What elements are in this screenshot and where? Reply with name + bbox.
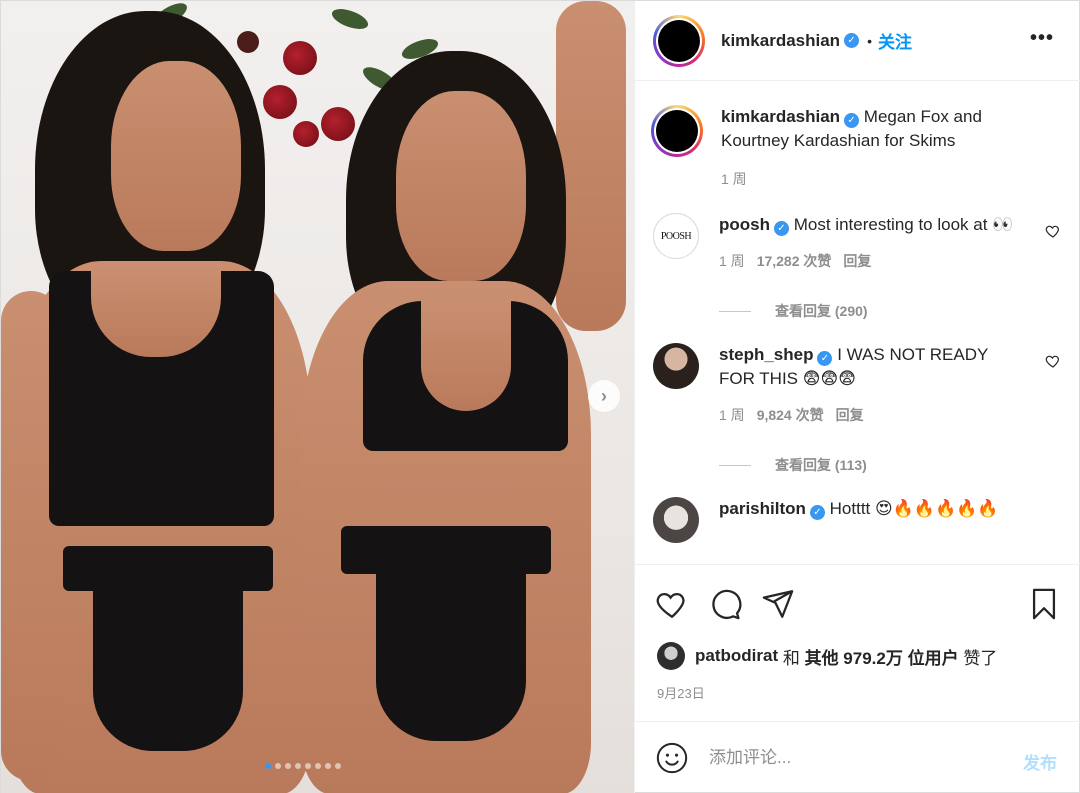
comment-bubble-icon[interactable] [708,587,742,621]
follow-button[interactable]: 关注 [878,28,912,53]
more-options-icon[interactable]: ••• [1030,27,1054,50]
commenter-username[interactable]: poosh [719,215,770,234]
comment-item: steph_shep ✓ I WAS NOT READY FOR THIS 😨😨😨… [653,343,1065,477]
likes-summary: patbodirat 和 其他 979.2万 位用户 赞了 [657,642,997,670]
comment-item: POOSH poosh ✓ Most interesting to look at… [653,213,1065,323]
comment-text: Hotttt 😍🔥🔥🔥🔥🔥 [829,499,999,518]
caption-avatar[interactable] [651,105,703,157]
likes-suffix: 赞了 [963,648,998,668]
carousel-dot [295,763,301,769]
carousel-dot [315,763,321,769]
comment-time[interactable]: 1 周 [719,253,745,269]
likes-connector: 和 [782,648,800,668]
view-replies-button[interactable]: 查看回复 (113) [719,453,1019,477]
caption-time[interactable]: 1 周 [721,167,1011,191]
carousel-dot [305,763,311,769]
verified-badge-icon: ✓ [844,113,860,128]
comments-list[interactable]: kimkardashian ✓ Megan Fox and Kourtney Ka… [635,82,1080,563]
comment-time[interactable]: 1 周 [719,407,745,423]
emoji-icon[interactable] [655,741,689,775]
next-slide-button[interactable]: › [588,380,620,412]
author-avatar[interactable] [653,14,705,67]
likes-count-link[interactable]: 其他 979.2万 位用户 [805,644,959,669]
commenter-username[interactable]: steph_shep [719,345,813,364]
carousel-dot [285,763,291,769]
caption: kimkardashian ✓ Megan Fox and Kourtney Ka… [651,105,1065,191]
verified-badge-icon: ✓ [817,351,833,366]
add-comment-bar: 发布 [635,721,1080,793]
caption-username[interactable]: kimkardashian [721,107,840,126]
author-username[interactable]: kimkardashian [721,31,840,51]
post-photo[interactable]: › [1,1,634,793]
verified-badge-icon: ✓ [774,221,789,236]
comment-input[interactable] [709,748,999,768]
reply-button[interactable]: 回复 [843,253,871,269]
post-date[interactable]: 9月23日 [657,683,705,702]
liker-avatar[interactable] [657,642,685,670]
commenter-avatar[interactable]: POOSH [653,213,699,259]
comment-text: Most interesting to look at 👀 [793,215,1014,234]
liker-username[interactable]: patbodirat [695,646,778,666]
save-bookmark-icon[interactable] [1027,587,1061,621]
post-dialog: › kimkardashian ✓ • 关注 ••• kimkardashian… [0,0,1080,793]
post-actions [635,564,1080,644]
separator-dot: • [867,32,872,49]
commenter-avatar[interactable] [653,497,699,543]
share-paper-plane-icon[interactable] [761,587,795,621]
view-replies-button[interactable]: 查看回复 (290) [719,299,1019,323]
comment-like-count[interactable]: 9,824 次赞 [757,407,824,423]
post-header: kimkardashian ✓ • 关注 ••• [635,1,1080,81]
like-comment-heart-icon[interactable] [1045,353,1061,369]
carousel-dot [265,763,271,769]
post-sidebar: kimkardashian ✓ • 关注 ••• kimkardashian ✓ … [634,1,1080,793]
post-comment-button[interactable]: 发布 [1023,749,1057,774]
reply-button[interactable]: 回复 [836,407,864,423]
carousel-dot [325,763,331,769]
commenter-username[interactable]: parishilton [719,499,806,518]
comment-item: parishilton ✓ Hotttt 😍🔥🔥🔥🔥🔥 [653,497,1065,543]
commenter-avatar[interactable] [653,343,699,389]
verified-badge-icon: ✓ [844,33,860,48]
carousel-dot [335,763,341,769]
verified-badge-icon: ✓ [809,505,825,520]
carousel-dot [275,763,281,769]
like-heart-icon[interactable] [655,587,689,621]
like-comment-heart-icon[interactable] [1045,223,1061,239]
carousel-indicator [265,763,341,769]
comment-like-count[interactable]: 17,282 次赞 [757,253,832,269]
